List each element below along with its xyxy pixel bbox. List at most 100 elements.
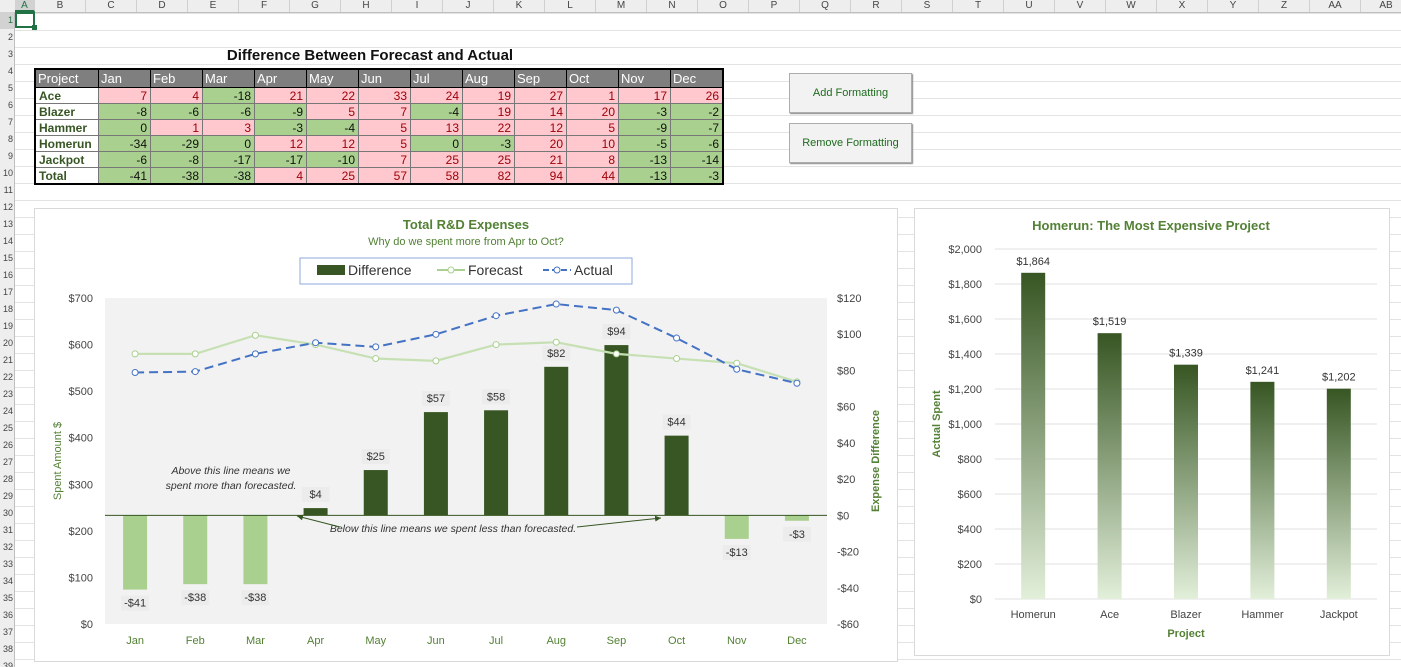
value-cell[interactable]: 21 [254, 87, 307, 104]
value-cell[interactable]: 3 [202, 119, 255, 136]
row-header-18[interactable]: 18 [0, 301, 14, 318]
value-cell[interactable]: 0 [98, 119, 151, 136]
value-cell[interactable]: -3 [618, 103, 671, 120]
value-cell[interactable]: 5 [566, 119, 619, 136]
value-cell[interactable]: 5 [306, 103, 359, 120]
column-header-f[interactable]: F [239, 0, 290, 12]
row-header-11[interactable]: 11 [0, 182, 14, 199]
row-header-12[interactable]: 12 [0, 199, 14, 216]
value-cell[interactable]: 27 [514, 87, 567, 104]
row-header-34[interactable]: 34 [0, 573, 14, 590]
column-header-ab[interactable]: AB [1361, 0, 1401, 12]
rd-expenses-chart[interactable]: Total R&D Expenses Why do we spent more f… [34, 208, 898, 662]
row-header-16[interactable]: 16 [0, 267, 14, 284]
row-header-19[interactable]: 19 [0, 318, 14, 335]
column-header-y[interactable]: Y [1208, 0, 1259, 12]
value-cell[interactable]: 1 [150, 119, 203, 136]
row-header-15[interactable]: 15 [0, 250, 14, 267]
row-header-31[interactable]: 31 [0, 522, 14, 539]
value-cell[interactable]: 4 [150, 87, 203, 104]
value-cell[interactable]: -8 [150, 151, 203, 168]
column-header-d[interactable]: D [137, 0, 188, 12]
column-header-b[interactable]: B [35, 0, 86, 12]
row-header-3[interactable]: 3 [0, 46, 14, 63]
value-cell[interactable]: 19 [462, 87, 515, 104]
row-header-26[interactable]: 26 [0, 437, 14, 454]
row-header-37[interactable]: 37 [0, 624, 14, 641]
value-cell[interactable]: 44 [566, 167, 619, 185]
column-header-g[interactable]: G [290, 0, 341, 12]
value-cell[interactable]: 22 [306, 87, 359, 104]
value-cell[interactable]: -6 [202, 103, 255, 120]
column-header-k[interactable]: K [494, 0, 545, 12]
table-header-jul[interactable]: Jul [410, 68, 463, 88]
row-header-33[interactable]: 33 [0, 556, 14, 573]
value-cell[interactable]: 13 [410, 119, 463, 136]
table-header-feb[interactable]: Feb [150, 68, 203, 88]
value-cell[interactable]: -13 [618, 167, 671, 185]
value-cell[interactable]: 17 [618, 87, 671, 104]
value-cell[interactable]: 7 [358, 151, 411, 168]
project-name-cell[interactable]: Hammer [34, 119, 99, 136]
value-cell[interactable]: -3 [670, 167, 724, 185]
row-header-9[interactable]: 9 [0, 148, 14, 165]
value-cell[interactable]: 14 [514, 103, 567, 120]
column-header-o[interactable]: O [698, 0, 749, 12]
row-header-39[interactable]: 39 [0, 658, 14, 667]
table-header-nov[interactable]: Nov [618, 68, 671, 88]
row-header-17[interactable]: 17 [0, 284, 14, 301]
value-cell[interactable]: -17 [202, 151, 255, 168]
project-name-cell[interactable]: Blazer [34, 103, 99, 120]
column-header-h[interactable]: H [341, 0, 392, 12]
value-cell[interactable]: 5 [358, 119, 411, 136]
row-header-36[interactable]: 36 [0, 607, 14, 624]
row-header-10[interactable]: 10 [0, 165, 14, 182]
column-header-aa[interactable]: AA [1310, 0, 1361, 12]
value-cell[interactable]: 12 [306, 135, 359, 152]
table-header-may[interactable]: May [306, 68, 359, 88]
table-header-project[interactable]: Project [34, 68, 99, 88]
column-header-q[interactable]: Q [800, 0, 851, 12]
row-header-20[interactable]: 20 [0, 335, 14, 352]
value-cell[interactable]: 21 [514, 151, 567, 168]
value-cell[interactable]: -13 [618, 151, 671, 168]
value-cell[interactable]: -6 [150, 103, 203, 120]
table-header-jun[interactable]: Jun [358, 68, 411, 88]
table-header-apr[interactable]: Apr [254, 68, 307, 88]
value-cell[interactable]: 7 [98, 87, 151, 104]
value-cell[interactable]: -3 [462, 135, 515, 152]
table-header-sep[interactable]: Sep [514, 68, 567, 88]
value-cell[interactable]: 12 [254, 135, 307, 152]
column-header-m[interactable]: M [596, 0, 647, 12]
row-header-13[interactable]: 13 [0, 216, 14, 233]
value-cell[interactable]: 4 [254, 167, 307, 185]
value-cell[interactable]: 25 [306, 167, 359, 185]
row-header-30[interactable]: 30 [0, 505, 14, 522]
value-cell[interactable]: -9 [618, 119, 671, 136]
value-cell[interactable]: 33 [358, 87, 411, 104]
value-cell[interactable]: 10 [566, 135, 619, 152]
value-cell[interactable]: -34 [98, 135, 151, 152]
value-cell[interactable]: -38 [202, 167, 255, 185]
column-header-j[interactable]: J [443, 0, 494, 12]
value-cell[interactable]: 0 [410, 135, 463, 152]
column-header-l[interactable]: L [545, 0, 596, 12]
column-header-u[interactable]: U [1004, 0, 1055, 12]
column-header-w[interactable]: W [1106, 0, 1157, 12]
value-cell[interactable]: 8 [566, 151, 619, 168]
row-header-25[interactable]: 25 [0, 420, 14, 437]
value-cell[interactable]: -6 [670, 135, 724, 152]
row-header-24[interactable]: 24 [0, 403, 14, 420]
column-header-x[interactable]: X [1157, 0, 1208, 12]
value-cell[interactable]: 57 [358, 167, 411, 185]
value-cell[interactable]: 12 [514, 119, 567, 136]
column-header-i[interactable]: I [392, 0, 443, 12]
table-header-jan[interactable]: Jan [98, 68, 151, 88]
value-cell[interactable]: -41 [98, 167, 151, 185]
value-cell[interactable]: 58 [410, 167, 463, 185]
project-name-cell[interactable]: Homerun [34, 135, 99, 152]
table-header-oct[interactable]: Oct [566, 68, 619, 88]
row-header-6[interactable]: 6 [0, 97, 14, 114]
value-cell[interactable]: -3 [254, 119, 307, 136]
row-header-32[interactable]: 32 [0, 539, 14, 556]
